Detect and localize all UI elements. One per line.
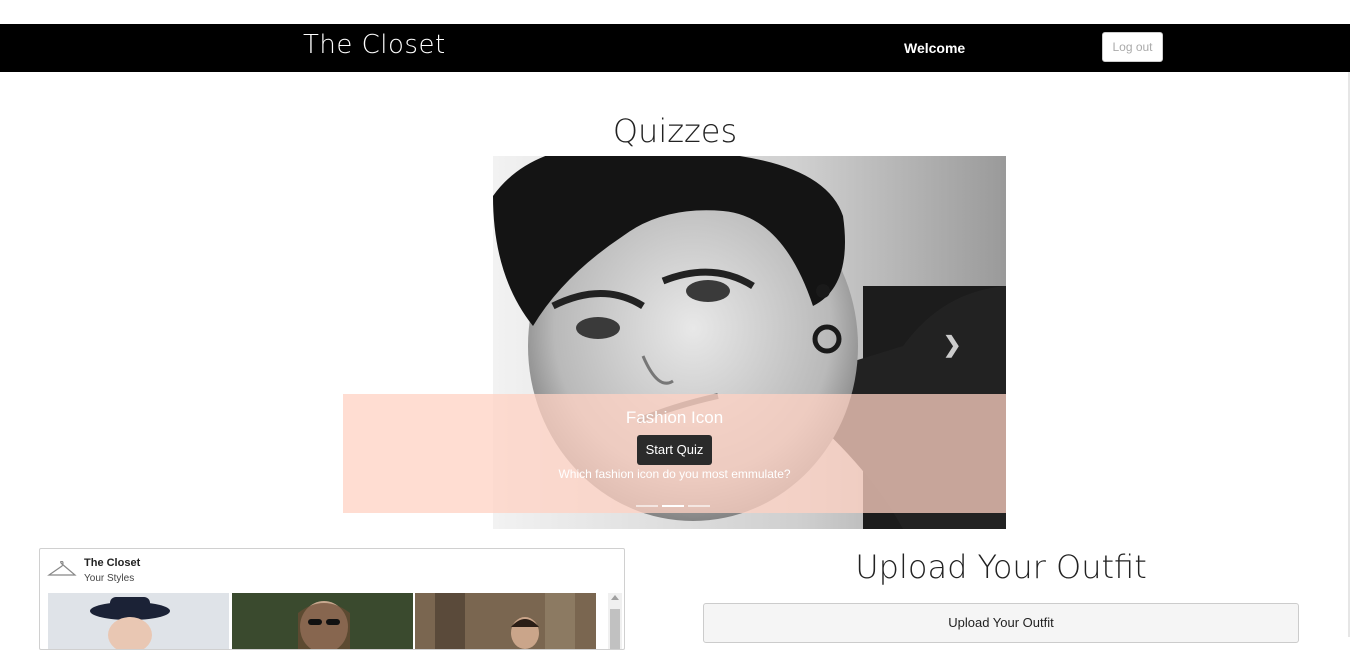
widget-scrollbar[interactable]	[608, 593, 622, 649]
style-thumbnail[interactable]	[48, 593, 229, 649]
slide-title: Fashion Icon	[625, 408, 724, 427]
carousel-indicator-active[interactable]	[662, 505, 684, 507]
carousel-indicators	[636, 505, 716, 509]
start-quiz-button[interactable]: Start Quiz	[637, 435, 712, 465]
quiz-carousel[interactable]: Fashion Icon Start Quiz Which fashion ic…	[343, 156, 1006, 529]
widget-subtitle: Your Styles	[84, 573, 135, 584]
navbar: The Closet Welcome Log out	[0, 24, 1350, 72]
widget-name[interactable]: The Closet	[84, 557, 140, 569]
slide-description: Which fashion icon do you most emmulate?	[558, 467, 791, 481]
upload-heading: Upload Your Outfit	[855, 548, 1147, 586]
style-thumbnail[interactable]	[415, 593, 596, 649]
style-thumbnail[interactable]	[232, 593, 413, 649]
quizzes-heading: Quizzes	[612, 112, 738, 150]
logout-button[interactable]: Log out	[1102, 32, 1163, 62]
welcome-text: Welcome	[904, 40, 966, 56]
scroll-thumb[interactable]	[610, 609, 620, 649]
carousel-indicator[interactable]	[688, 505, 710, 507]
chevron-right-icon[interactable]: ❯	[943, 332, 961, 358]
hanger-icon	[47, 561, 77, 576]
slide-caption: Fashion Icon Start Quiz Which fashion ic…	[343, 394, 1006, 513]
brand-logo[interactable]: The Closet	[303, 30, 446, 60]
upload-outfit-button[interactable]: Upload Your Outfit	[703, 603, 1299, 643]
carousel-indicator[interactable]	[636, 505, 658, 507]
closet-styles-widget: The Closet Your Styles	[39, 548, 625, 650]
scroll-up-arrow-icon[interactable]	[611, 595, 619, 600]
